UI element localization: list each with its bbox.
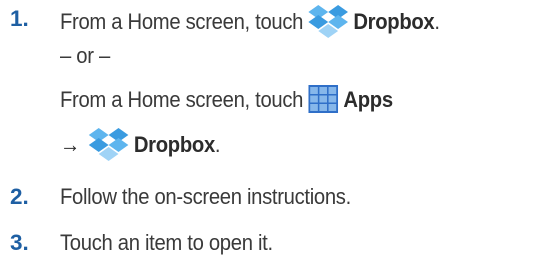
arrow-right-icon: → [60, 131, 80, 157]
step-1-line-3-prefix: From a Home screen, touch [60, 87, 309, 112]
dropbox-icon [88, 127, 129, 161]
step-1-line-1: From a Home screen, touch Dropbox. [60, 4, 440, 40]
step-2-number: 2. [10, 184, 29, 209]
step-1-number: 1. [10, 6, 29, 31]
apps-grid-icon [308, 85, 339, 114]
dropbox-label: Dropbox [353, 8, 435, 34]
or-separator: – or – [60, 43, 110, 68]
dropbox-icon [308, 4, 349, 38]
step-1-line-4: → Dropbox. [60, 127, 221, 163]
step-1-line-3: From a Home screen, touch Apps [60, 85, 393, 115]
step-3-text: Touch an item to open it. [60, 230, 273, 255]
dropbox-label: Dropbox [133, 131, 215, 157]
apps-label: Apps [343, 87, 393, 112]
step-1-line-1-suffix: . [434, 8, 440, 34]
step-2-text: Follow the on-screen instructions. [60, 184, 351, 209]
instruction-document: 1. From a Home screen, touch Dropbox. – … [0, 0, 534, 271]
step-1-line-1-prefix: From a Home screen, touch [60, 8, 309, 34]
step-3-number: 3. [10, 230, 29, 255]
step-1-line-4-suffix: . [214, 131, 221, 157]
